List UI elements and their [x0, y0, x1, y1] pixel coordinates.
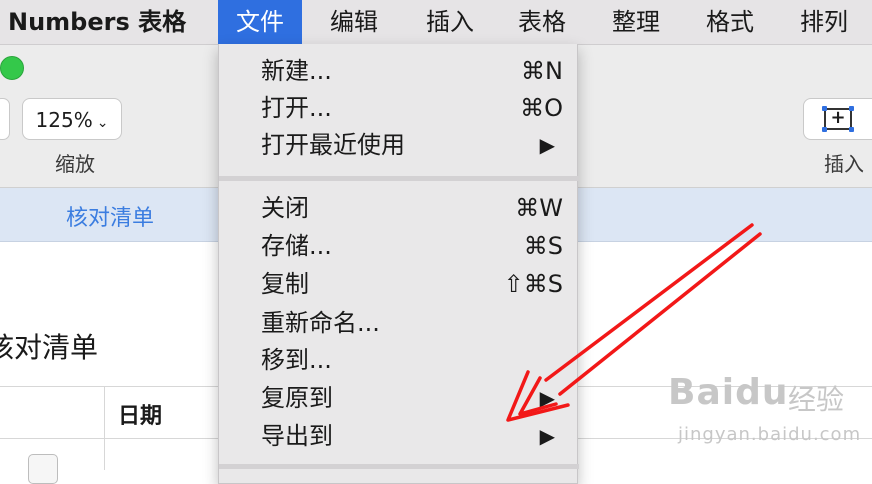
insert-button[interactable]: + — [803, 98, 872, 140]
menu-item-label: 关闭 — [261, 194, 309, 222]
menu-format[interactable]: 格式 — [706, 0, 754, 44]
insert-table-icon: + — [822, 106, 854, 132]
menu-item-save[interactable]: 存储... ⌘S — [219, 228, 579, 264]
menu-bar: Numbers 表格 文件 编辑 插入 表格 整理 格式 排列 — [0, 0, 872, 45]
menu-item-label: 重新命名... — [261, 309, 380, 337]
column-header-date[interactable]: 日期 — [118, 398, 162, 430]
file-menu-dropdown: 新建... ⌘N 打开... ⌘O 打开最近使用 ▶ 关闭 ⌘W 存储... ⌘… — [218, 44, 579, 484]
menu-item-label: 存储... — [261, 232, 332, 260]
watermark-url: jingyan.baidu.com — [678, 424, 862, 445]
menu-item-shortcut: ⌘N — [521, 57, 563, 85]
submenu-arrow-icon: ▶ — [539, 386, 555, 410]
menu-item-new[interactable]: 新建... ⌘N — [219, 53, 579, 89]
menu-item-open[interactable]: 打开... ⌘O — [219, 90, 579, 126]
baidu-watermark-logo: Baidu 经验 jingyan.baidu.com — [668, 372, 868, 452]
menu-arrange[interactable]: 排列 — [800, 0, 848, 44]
sheet-title: 核对清单 — [0, 331, 99, 364]
submenu-arrow-icon: ▶ — [539, 133, 555, 157]
menu-item-rename[interactable]: 重新命名... — [219, 305, 579, 341]
watermark-brand: Baidu — [668, 372, 789, 413]
zoom-popup-button[interactable]: 125% ⌄ — [22, 98, 122, 140]
menu-item-label: 复制 — [261, 270, 309, 298]
menu-organize[interactable]: 整理 — [612, 0, 660, 44]
menu-separator — [219, 176, 579, 181]
menu-item-revert-to[interactable]: 复原到 ▶ — [219, 380, 579, 416]
zoom-label: 缩放 — [55, 152, 95, 176]
zoom-value: 125% — [35, 108, 93, 132]
menu-item-shortcut: ⌘S — [523, 232, 563, 260]
menu-item-open-recent[interactable]: 打开最近使用 ▶ — [219, 127, 579, 163]
menu-file[interactable]: 文件 — [218, 0, 302, 44]
menu-item-shortcut: ⌘O — [520, 94, 563, 122]
menu-app-name[interactable]: Numbers 表格 — [8, 0, 186, 44]
menu-item-shortcut: ⇧⌘S — [503, 270, 563, 298]
watermark-brand-cn: 经验 — [788, 383, 845, 416]
menu-item-move-to[interactable]: 移到... — [219, 342, 579, 378]
chevron-down-icon: ⌄ — [96, 115, 109, 131]
toolbar-button-partial[interactable] — [0, 98, 10, 140]
menu-item-duplicate[interactable]: 复制 ⇧⌘S — [219, 266, 579, 302]
row-checkbox[interactable] — [28, 454, 58, 484]
insert-label: 插入 — [824, 152, 864, 176]
tab-checklist[interactable]: 核对清单 — [66, 200, 154, 232]
menu-item-export-to[interactable]: 导出到 ▶ — [219, 418, 579, 454]
menu-item-label: 打开最近使用 — [261, 131, 405, 159]
column-divider — [104, 386, 105, 470]
menu-insert[interactable]: 插入 — [426, 0, 474, 44]
menu-item-label: 复原到 — [261, 384, 333, 412]
menu-item-label: 移到... — [261, 346, 332, 374]
menu-item-label: 导出到 — [261, 422, 333, 450]
window-zoom-button[interactable] — [0, 56, 24, 80]
menu-item-close[interactable]: 关闭 ⌘W — [219, 190, 579, 226]
menu-separator — [219, 464, 579, 469]
submenu-arrow-icon: ▶ — [539, 424, 555, 448]
menu-item-label: 新建... — [261, 57, 332, 85]
menu-item-label: 打开... — [261, 94, 332, 122]
menu-edit[interactable]: 编辑 — [330, 0, 378, 44]
menu-item-shortcut: ⌘W — [515, 194, 563, 222]
menu-table[interactable]: 表格 — [518, 0, 566, 44]
